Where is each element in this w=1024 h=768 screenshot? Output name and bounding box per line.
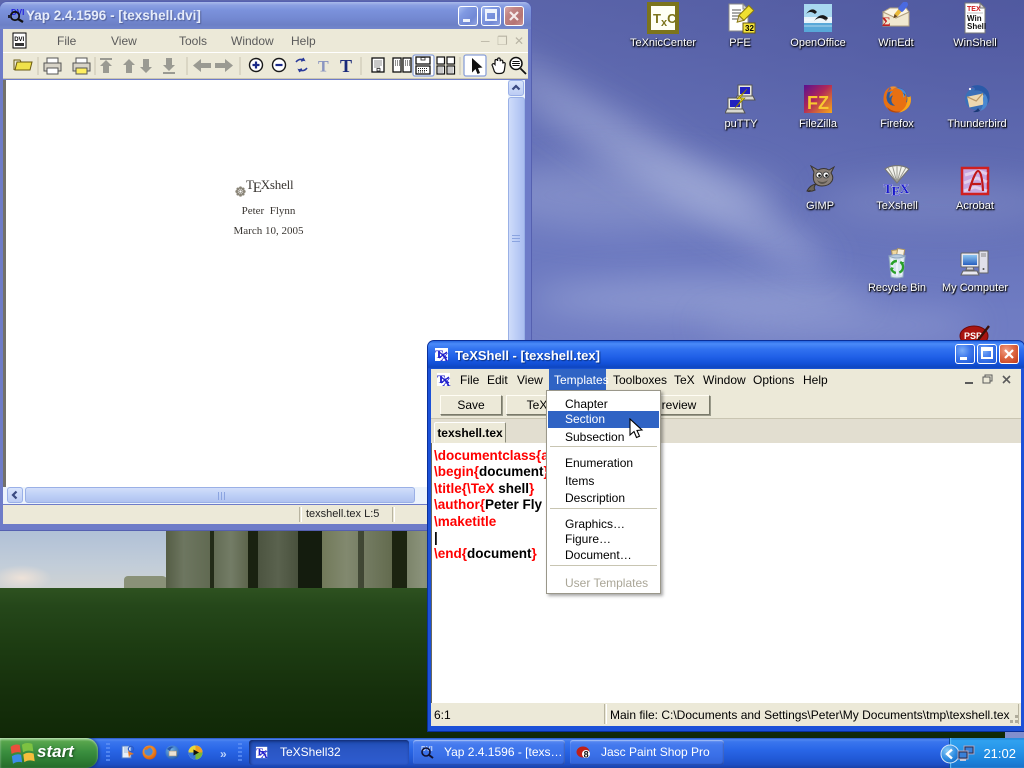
- svg-text:8: 8: [584, 750, 589, 760]
- svg-text:TEX: TEX: [967, 6, 981, 13]
- svg-text:FZ: FZ: [807, 93, 829, 113]
- svg-text:Σ: Σ: [882, 14, 891, 29]
- svg-text:T: T: [318, 59, 329, 76]
- svg-text:DVI: DVI: [14, 37, 24, 43]
- svg-text:T: T: [340, 56, 352, 76]
- svg-text:Shell: Shell: [967, 22, 986, 31]
- svg-text:TEX: TEX: [884, 181, 910, 197]
- svg-text:32: 32: [745, 24, 754, 33]
